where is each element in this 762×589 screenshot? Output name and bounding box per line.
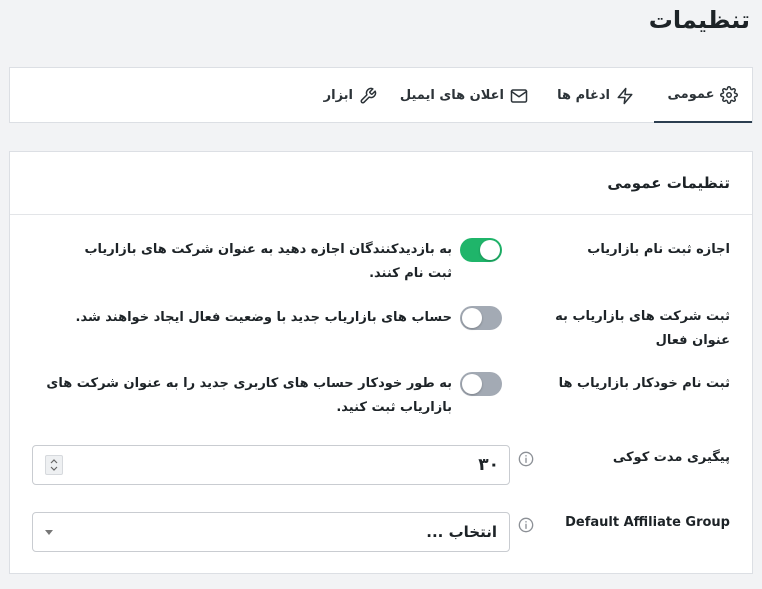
info-icon[interactable] — [518, 451, 534, 467]
tab-integrations[interactable]: ادغام ها — [557, 68, 634, 123]
chevron-down-icon — [45, 530, 53, 535]
register-active-description: حساب های بازاریاب جدید با وضعیت فعال ایج… — [75, 310, 453, 325]
cookie-duration-value: ۳۰ — [478, 455, 499, 475]
cookie-duration-input[interactable]: ۳۰ — [32, 445, 510, 485]
section-divider — [10, 214, 752, 215]
allow-registration-description: به بازدیدکنندگان اجازه دهید به عنوان شرک… — [84, 242, 452, 281]
tab-general-label: عمومی — [667, 87, 715, 102]
tab-tools-label: ابزار — [323, 88, 353, 103]
tab-general[interactable]: عمومی — [654, 68, 752, 123]
stepper-arrows-icon — [50, 459, 58, 471]
toggle-knob — [462, 308, 482, 328]
default-group-selected: انتخاب ... — [426, 523, 497, 541]
register-active-label: ثبت شرکت های بازاریاب به عنوان فعال — [555, 309, 730, 348]
number-stepper[interactable] — [45, 455, 63, 475]
tab-tools[interactable]: ابزار — [324, 68, 377, 123]
allow-registration-toggle[interactable] — [460, 238, 502, 262]
register-active-row: حساب های بازاریاب جدید با وضعیت فعال ایج… — [62, 306, 502, 330]
auto-register-description: به طور خودکار حساب های کاربری جدید را به… — [46, 376, 452, 415]
toggle-knob — [462, 374, 482, 394]
wrench-icon — [360, 87, 377, 103]
section-title: تنظیمات عمومی — [607, 174, 730, 192]
allow-registration-row: به بازدیدکنندگان اجازه دهید به عنوان شرک… — [62, 238, 502, 286]
page-title: تنظیمات — [648, 6, 750, 34]
bolt-icon — [617, 87, 633, 104]
toggle-knob — [480, 240, 500, 260]
default-group-label: Default Affiliate Group — [565, 515, 730, 530]
tabs-bar: عمومی ادغام ها اعلان های ایمیل ابزار — [9, 67, 753, 123]
allow-registration-label: اجازه ثبت نام بازاریاب — [587, 242, 730, 257]
auto-register-toggle[interactable] — [460, 372, 502, 396]
tab-email-label: اعلان های ایمیل — [399, 88, 504, 103]
gear-icon — [720, 85, 739, 104]
tab-integrations-label: ادغام ها — [557, 88, 610, 103]
auto-register-row: به طور خودکار حساب های کاربری جدید را به… — [22, 372, 502, 420]
auto-register-label: ثبت نام خودکار بازاریاب ها — [558, 376, 730, 391]
default-group-select[interactable]: انتخاب ... — [32, 512, 510, 552]
info-icon[interactable] — [518, 517, 534, 533]
tab-email-notifications[interactable]: اعلان های ایمیل — [400, 68, 528, 123]
register-active-toggle[interactable] — [460, 306, 502, 330]
general-settings-panel: تنظیمات عمومی اجازه ثبت نام بازاریاب به … — [9, 151, 753, 574]
cookie-duration-label: پیگیری مدت کوکی — [612, 450, 730, 465]
envelope-icon — [510, 88, 528, 103]
